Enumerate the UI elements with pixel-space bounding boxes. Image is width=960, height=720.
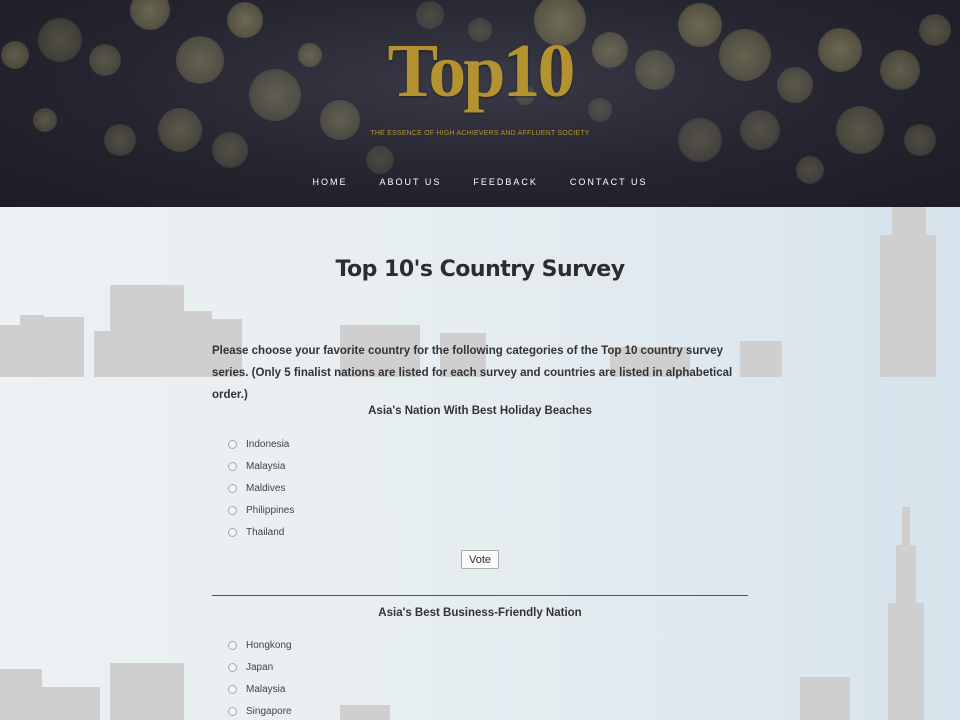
option-indonesia[interactable]: Indonesia <box>228 439 289 450</box>
option-label: Hongkong <box>246 640 292 651</box>
nav-about-us[interactable]: ABOUT US <box>379 177 441 187</box>
option-label: Japan <box>246 662 274 673</box>
bokeh-circle <box>416 1 444 29</box>
bokeh-circle <box>212 132 248 168</box>
option-philippines[interactable]: Philippines <box>228 505 294 516</box>
option-maldives[interactable]: Maldives <box>228 483 285 494</box>
site-tagline: THE ESSENCE OF HIGH ACHIEVERS AND AFFLUE… <box>370 130 590 137</box>
survey-question-1: Asia's Nation With Best Holiday Beaches <box>368 405 592 417</box>
header-banner: Top10 THE ESSENCE OF HIGH ACHIEVERS AND … <box>0 0 960 207</box>
skyline-background <box>0 207 960 720</box>
site-logo[interactable]: Top10 <box>0 28 960 115</box>
option-malaysia-2[interactable]: Malaysia <box>228 684 285 695</box>
survey-question-2: Asia's Best Business-Friendly Nation <box>378 607 582 619</box>
bokeh-circle <box>904 124 936 156</box>
radio-button[interactable] <box>228 707 237 716</box>
option-thailand[interactable]: Thailand <box>228 527 284 538</box>
radio-button[interactable] <box>228 440 237 449</box>
option-malaysia[interactable]: Malaysia <box>228 461 285 472</box>
vote-button[interactable]: Vote <box>461 550 499 569</box>
option-label: Thailand <box>246 527 285 538</box>
section-divider <box>212 595 748 596</box>
option-label: Malaysia <box>246 461 286 472</box>
radio-button[interactable] <box>228 484 237 493</box>
option-label: Philippines <box>246 505 295 516</box>
option-label: Maldives <box>246 483 286 494</box>
option-label: Indonesia <box>246 439 290 450</box>
radio-button[interactable] <box>228 663 237 672</box>
bokeh-circle <box>104 124 136 156</box>
option-japan[interactable]: Japan <box>228 662 273 673</box>
radio-button[interactable] <box>228 641 237 650</box>
radio-button[interactable] <box>228 528 237 537</box>
option-label: Singapore <box>246 706 292 717</box>
bokeh-circle <box>678 118 722 162</box>
nav-feedback[interactable]: FEEDBACK <box>473 177 538 187</box>
radio-button[interactable] <box>228 462 237 471</box>
option-singapore[interactable]: Singapore <box>228 706 292 717</box>
bokeh-circle <box>366 146 394 174</box>
survey-intro: Please choose your favorite country for … <box>212 345 733 401</box>
page-title: Top 10's Country Survey <box>335 257 625 282</box>
radio-button[interactable] <box>228 685 237 694</box>
nav-home[interactable]: HOME <box>312 177 347 187</box>
nav-contact-us[interactable]: CONTACT US <box>570 177 648 187</box>
option-label: Malaysia <box>246 684 286 695</box>
main-nav: HOME ABOUT US FEEDBACK CONTACT US <box>0 177 960 187</box>
option-hongkong[interactable]: Hongkong <box>228 640 292 651</box>
radio-button[interactable] <box>228 506 237 515</box>
bokeh-circle <box>130 0 170 30</box>
